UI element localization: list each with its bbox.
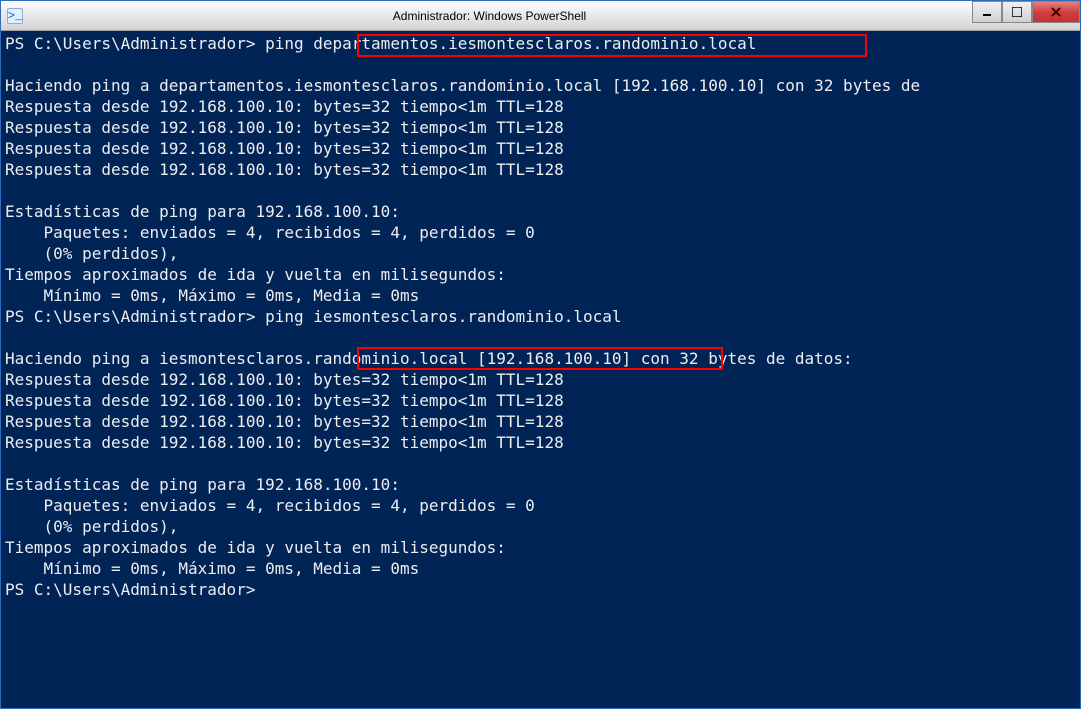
terminal-line: Paquetes: enviados = 4, recibidos = 4, p… [5,496,535,515]
window-title: Administrador: Windows PowerShell [29,9,1080,23]
terminal-line: (0% perdidos), [5,244,178,263]
powershell-window: >_ Administrador: Windows PowerShell PS … [0,0,1081,709]
terminal-line: Paquetes: enviados = 4, recibidos = 4, p… [5,223,535,242]
terminal-line: (0% perdidos), [5,517,178,536]
maximize-icon [1012,7,1022,17]
minimize-icon [982,7,992,17]
titlebar[interactable]: >_ Administrador: Windows PowerShell [1,1,1080,31]
terminal-line: Respuesta desde 192.168.100.10: bytes=32… [5,412,564,431]
terminal-line: Respuesta desde 192.168.100.10: bytes=32… [5,97,564,116]
close-icon [1050,6,1062,18]
terminal-line: PS C:\Users\Administrador> [5,580,255,599]
terminal-line: PS C:\Users\Administrador> ping iesmonte… [5,307,622,326]
minimize-button[interactable] [972,1,1002,23]
terminal-line: Mínimo = 0ms, Máximo = 0ms, Media = 0ms [5,286,419,305]
maximize-button[interactable] [1002,1,1032,23]
terminal-line: Respuesta desde 192.168.100.10: bytes=32… [5,433,564,452]
terminal-line: Respuesta desde 192.168.100.10: bytes=32… [5,118,564,137]
terminal-line: Respuesta desde 192.168.100.10: bytes=32… [5,139,564,158]
terminal-line: Tiempos aproximados de ida y vuelta en m… [5,538,506,557]
close-button[interactable] [1032,1,1080,23]
terminal-line: Haciendo ping a departamentos.iesmontesc… [5,76,920,95]
terminal-line: Tiempos aproximados de ida y vuelta en m… [5,265,506,284]
terminal-line: PS C:\Users\Administrador> ping departam… [5,34,756,53]
window-controls [972,1,1080,23]
terminal-line: Estadísticas de ping para 192.168.100.10… [5,475,400,494]
powershell-icon: >_ [7,8,23,24]
terminal-line: Respuesta desde 192.168.100.10: bytes=32… [5,370,564,389]
terminal-line: Respuesta desde 192.168.100.10: bytes=32… [5,391,564,410]
terminal-output[interactable]: PS C:\Users\Administrador> ping departam… [1,31,1080,708]
terminal-line: Estadísticas de ping para 192.168.100.10… [5,202,400,221]
terminal-line: Haciendo ping a iesmontesclaros.randomin… [5,349,853,368]
terminal-line: Mínimo = 0ms, Máximo = 0ms, Media = 0ms [5,559,419,578]
terminal-line: Respuesta desde 192.168.100.10: bytes=32… [5,160,564,179]
